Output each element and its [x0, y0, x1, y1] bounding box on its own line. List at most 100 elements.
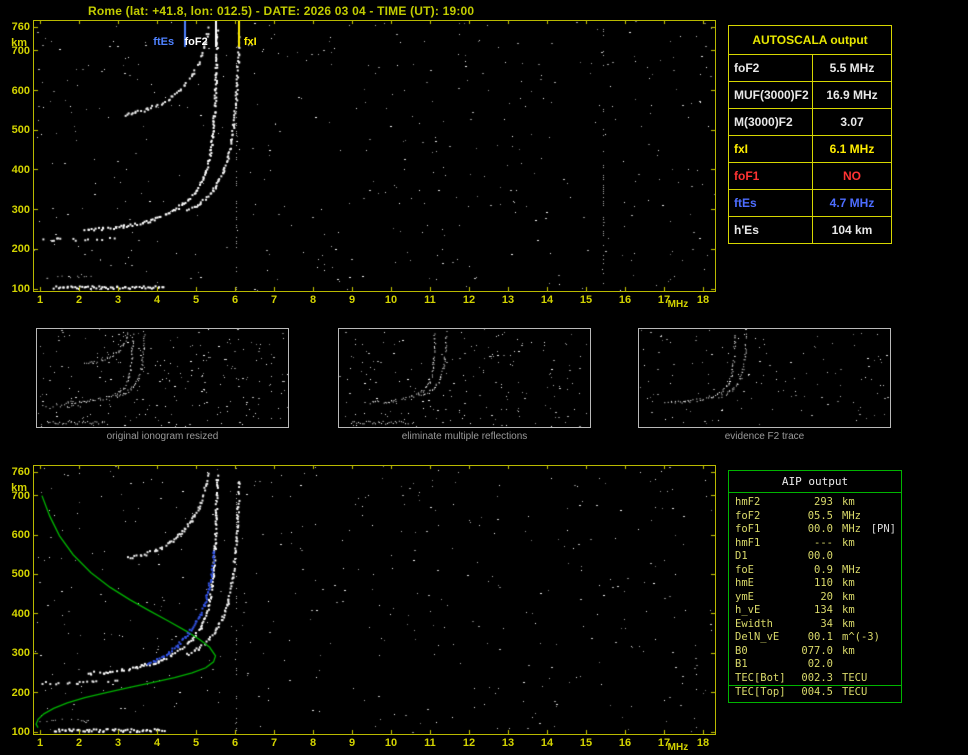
aip-param-value: 20: [820, 590, 833, 603]
autoscala-param-value: 16.9 MHz: [826, 88, 878, 102]
aip-param-value: 002.3: [801, 671, 833, 684]
main-ionogram-canvas: [34, 21, 715, 291]
y-tick-label: 600: [11, 84, 30, 97]
x-tick-label: 18: [696, 294, 710, 306]
y-tick-label: 200: [11, 243, 30, 256]
x-tick-label: 18: [696, 737, 710, 749]
autoscala-param-value: 4.7 MHz: [829, 196, 875, 210]
aip-param-unit: TECU: [842, 671, 868, 684]
x-tick-label: 7: [270, 737, 278, 749]
x-tick-label: 1: [36, 737, 44, 749]
fxi-marker-label: fxI: [243, 36, 257, 48]
thumbnail-caption-evidence: evidence F2 trace: [724, 431, 805, 442]
aip-param-unit: km: [842, 577, 855, 589]
y-tick-label: 400: [11, 163, 30, 176]
y-tick-label: 760: [11, 466, 30, 478]
aip-param-label: Ewidth: [735, 617, 773, 630]
aip-param-label: D1: [735, 550, 748, 562]
aip-row-hme: hmE 110 km: [729, 577, 901, 591]
autoscala-row-fof1: foF1 NO: [729, 163, 891, 190]
y-tick-label: 300: [11, 203, 30, 216]
thumbnail-evidence-canvas: [639, 329, 890, 427]
aip-param-label: h_vE: [735, 604, 761, 616]
x-tick-label: 9: [348, 294, 356, 306]
profile-ionogram-plot: 1 2 3 4 5 6 7 8 9 10 11 12 13 14 15 16 17 18 MHz 100 200 300 4…: [11, 465, 716, 753]
x-tick-label: 1: [36, 294, 44, 306]
thumbnail-original-canvas: [37, 329, 288, 427]
autoscala-param-value: 104 km: [831, 223, 873, 237]
autoscala-output-panel: AUTOSCALA output foF2 5.5 MHz MUF(3000)F2 1…: [728, 25, 892, 244]
x-tick-label: 9: [348, 737, 356, 749]
aip-panel-title: AIP output: [729, 471, 901, 493]
aip-row-foe: foE 0.9 MHz: [729, 564, 901, 578]
aip-row-d1: D1 00.0: [729, 550, 901, 564]
main-ionogram-plot: 1 2 3 4 5 6 7 8 9 10 11 12 13 14 15 16 17 18 MHz 100 200 300 4…: [11, 20, 716, 310]
x-tick-label: 7: [270, 294, 278, 306]
aip-param-value: 34: [820, 617, 833, 630]
x-tick-label: 3: [114, 737, 122, 749]
x-tick-label: 4: [153, 737, 161, 749]
aip-param-value: 02.0: [807, 658, 833, 670]
aip-param-label: hmF1: [735, 536, 761, 549]
aip-row-b1: B1 02.0: [729, 658, 901, 672]
aip-row-h-ve: h_vE 134 km: [729, 604, 901, 618]
autoscala-row-muf-3000-f2: MUF(3000)F2 16.9 MHz: [729, 82, 891, 109]
x-tick-label: 2: [75, 294, 83, 306]
profile-ionogram-canvas: [34, 466, 715, 734]
x-tick-label: 5: [192, 294, 200, 306]
autoscala-rows: foF2 5.5 MHz MUF(3000)F2 16.9 MHz M(3000)F2 3…: [729, 55, 891, 243]
thumbnail-eliminate-canvas: [339, 329, 590, 427]
aip-row-b0: B0 077.0 km: [729, 645, 901, 659]
aip-row-ewidth: Ewidth 34 km: [729, 618, 901, 632]
y-tick-label: 500: [11, 124, 30, 137]
y-tick-label: 400: [11, 607, 30, 620]
y-axis-unit: km: [11, 37, 27, 49]
x-tick-label: 11: [424, 737, 436, 749]
aip-row-fof1: foF1 00.0 MHz [PN]: [729, 523, 901, 537]
aip-param-label: B1: [735, 658, 748, 670]
aip-param-extra: [PN]: [870, 523, 896, 535]
aip-param-label: TEC[Top]: [735, 686, 786, 698]
aip-param-value: 134: [814, 604, 833, 616]
aip-param-unit: km: [842, 604, 855, 616]
aip-param-unit: km: [842, 590, 855, 603]
aip-row-tec-top: TEC[Top] 004.5 TECU: [729, 686, 901, 700]
autoscala-panel-title: AUTOSCALA output: [729, 26, 891, 55]
aip-param-value: 077.0: [801, 644, 833, 657]
aip-param-unit: [833, 658, 842, 672]
x-tick-label: 2: [75, 737, 83, 749]
aip-row-yme: ymE 20 km: [729, 591, 901, 605]
x-tick-label: 13: [501, 737, 515, 749]
thumbnail-caption-eliminate: eliminate multiple reflections: [401, 431, 528, 442]
thumbnail-evidence-f2: [638, 328, 891, 428]
aip-param-value: 00.0: [807, 523, 833, 535]
x-tick-label: 16: [618, 294, 632, 306]
x-axis-unit: MHz: [667, 742, 689, 753]
aip-param-value: 293: [814, 496, 833, 508]
aip-row-deln-ve: DelN_vE 00.1 m^(-3): [729, 631, 901, 645]
aip-param-unit: MHz: [842, 509, 861, 522]
aip-param-unit: m^(-3): [842, 631, 880, 643]
aip-param-unit: MHz: [842, 523, 861, 535]
autoscala-param-value: NO: [843, 169, 861, 183]
autoscala-param-label: M(3000)F2: [729, 109, 813, 135]
aip-param-label: hmE: [735, 577, 754, 589]
aip-output-panel: AIP output hmF2 293 km foF2 05.5 MHz foF1 00.0 M…: [728, 470, 902, 703]
aip-param-value: 004.5: [801, 686, 833, 698]
aip-param-unit: TECU: [842, 686, 868, 698]
aip-row-hmf1: hmF1 --- km: [729, 537, 901, 551]
aip-param-unit: MHz: [842, 563, 861, 576]
x-tick-label: 16: [618, 737, 632, 749]
aip-param-value: 0.9: [814, 563, 833, 576]
x-axis-unit: MHz: [667, 299, 689, 310]
aip-param-value: 110: [814, 577, 833, 589]
x-tick-label: 12: [462, 294, 476, 306]
aip-row-tec-bot: TEC[Bot] 002.3 TECU: [729, 671, 901, 686]
autoscala-param-label: h'Es: [729, 217, 813, 243]
page-title: Rome (lat: +41.8, lon: 012.5) - DATE: 20…: [88, 4, 475, 18]
aip-param-unit: [833, 550, 842, 564]
y-tick-label: 600: [11, 529, 30, 542]
y-tick-label: 200: [11, 686, 30, 699]
x-tick-label: 15: [579, 294, 593, 306]
aip-param-label: foE: [735, 563, 754, 576]
